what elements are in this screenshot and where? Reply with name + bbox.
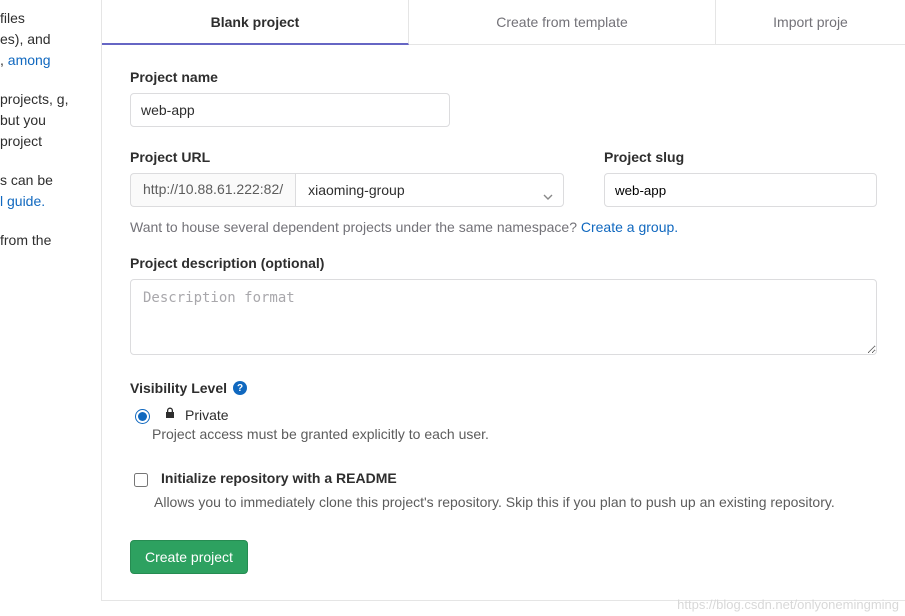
- project-description-input[interactable]: [130, 279, 877, 355]
- namespace-selected-value: xiaoming-group: [308, 182, 405, 198]
- create-project-button[interactable]: Create project: [130, 540, 248, 574]
- project-description-label: Project description (optional): [130, 255, 877, 271]
- initialize-readme-title: Initialize repository with a README: [161, 470, 397, 486]
- new-project-panel: Blank project Create from template Impor…: [101, 0, 905, 601]
- create-group-link[interactable]: Create a group.: [581, 219, 678, 235]
- project-url-prefix: http://10.88.61.222:82/: [130, 173, 295, 207]
- project-name-label: Project name: [130, 69, 877, 85]
- chevron-down-icon: [543, 187, 553, 203]
- project-name-input[interactable]: [130, 93, 450, 127]
- watermark-text: https://blog.csdn.net/onlyonemingming: [677, 597, 899, 612]
- left-cutoff-text: files es), and , among projects, g, but …: [0, 0, 80, 269]
- namespace-hint: Want to house several dependent projects…: [130, 219, 877, 235]
- project-slug-input[interactable]: [604, 173, 877, 207]
- visibility-private-radio[interactable]: [135, 409, 150, 424]
- help-icon[interactable]: ?: [233, 381, 247, 395]
- project-url-label: Project URL: [130, 149, 564, 165]
- lock-icon: [163, 406, 177, 423]
- visibility-private-title: Private: [185, 407, 229, 423]
- initialize-readme-checkbox[interactable]: [134, 473, 148, 487]
- visibility-private-subtext: Project access must be granted explicitl…: [152, 426, 877, 442]
- namespace-select[interactable]: xiaoming-group: [295, 173, 564, 207]
- tab-import-project[interactable]: Import proje: [716, 0, 905, 44]
- left-link-among[interactable]: among: [8, 52, 51, 68]
- project-slug-label: Project slug: [604, 149, 877, 165]
- initialize-readme-subtext: Allows you to immediately clone this pro…: [154, 494, 877, 510]
- project-tabs: Blank project Create from template Impor…: [102, 0, 905, 45]
- tab-blank-project[interactable]: Blank project: [102, 0, 409, 45]
- left-link-guide[interactable]: l guide.: [0, 193, 45, 209]
- visibility-level-label: Visibility Level ?: [130, 380, 247, 396]
- tab-create-from-template[interactable]: Create from template: [409, 0, 716, 44]
